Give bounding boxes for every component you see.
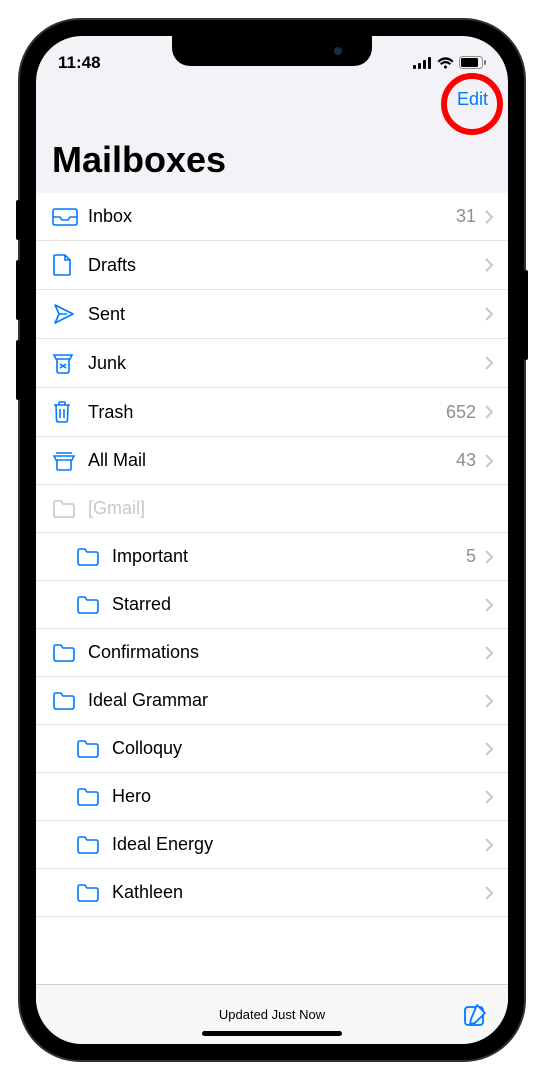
- side-button: [16, 200, 20, 240]
- mailbox-item[interactable]: Important5: [36, 533, 508, 581]
- mailbox-label: Junk: [88, 353, 484, 374]
- cellular-icon: [413, 57, 432, 69]
- mailbox-item[interactable]: Hero: [36, 773, 508, 821]
- mailbox-label: Trash: [88, 402, 446, 423]
- mailbox-label: All Mail: [88, 450, 456, 471]
- folder-icon: [76, 883, 112, 903]
- mailbox-item[interactable]: Junk: [36, 339, 508, 388]
- chevron-right-icon: [484, 789, 494, 805]
- sent-icon: [52, 302, 88, 326]
- chevron-right-icon: [484, 597, 494, 613]
- chevron-right-icon: [484, 404, 494, 420]
- chevron-right-icon: [484, 257, 494, 273]
- mailbox-label: Sent: [88, 304, 484, 325]
- mailbox-item[interactable]: Colloquy: [36, 725, 508, 773]
- header: Edit Mailboxes: [36, 81, 508, 193]
- mailbox-label: Colloquy: [112, 738, 484, 759]
- mailbox-item: [Gmail]: [36, 485, 508, 533]
- junk-icon: [52, 351, 88, 375]
- side-button: [16, 340, 20, 400]
- mailbox-label: Important: [112, 546, 466, 567]
- mailbox-item[interactable]: Ideal Grammar: [36, 677, 508, 725]
- mailbox-label: Confirmations: [88, 642, 484, 663]
- mailbox-item[interactable]: All Mail43: [36, 437, 508, 485]
- chevron-right-icon: [484, 549, 494, 565]
- mailbox-item[interactable]: Starred: [36, 581, 508, 629]
- chevron-right-icon: [484, 209, 494, 225]
- folder-icon: [76, 739, 112, 759]
- chevron-right-icon: [484, 837, 494, 853]
- chevron-right-icon: [484, 306, 494, 322]
- drafts-icon: [52, 253, 88, 277]
- side-button: [524, 270, 528, 360]
- compose-icon: [462, 1002, 488, 1028]
- wifi-icon: [437, 57, 454, 69]
- mailbox-label: Kathleen: [112, 882, 484, 903]
- mailbox-item[interactable]: Trash652: [36, 388, 508, 437]
- mailbox-item[interactable]: Sent: [36, 290, 508, 339]
- mailbox-item[interactable]: Drafts: [36, 241, 508, 290]
- mailbox-item[interactable]: Confirmations: [36, 629, 508, 677]
- inbox-icon: [52, 207, 88, 227]
- chevron-right-icon: [484, 453, 494, 469]
- mailbox-label: Ideal Grammar: [88, 690, 484, 711]
- trash-icon: [52, 400, 88, 424]
- folder-icon: [76, 595, 112, 615]
- mailbox-count: 5: [466, 546, 476, 567]
- chevron-right-icon: [484, 693, 494, 709]
- mailbox-label: Starred: [112, 594, 484, 615]
- screen: 11:48 Edit: [36, 36, 508, 1044]
- mailbox-count: 31: [456, 206, 476, 227]
- folder-icon: [52, 691, 88, 711]
- chevron-right-icon: [484, 355, 494, 371]
- allmail-icon: [52, 450, 88, 472]
- highlight-circle: [441, 73, 503, 135]
- folder-icon: [76, 835, 112, 855]
- folder-icon: [52, 643, 88, 663]
- home-indicator: [202, 1031, 342, 1036]
- side-button: [16, 260, 20, 320]
- phone-frame: 11:48 Edit: [20, 20, 524, 1060]
- battery-icon: [459, 56, 486, 69]
- chevron-right-icon: [484, 645, 494, 661]
- compose-button[interactable]: [462, 1002, 488, 1028]
- mailbox-label: Inbox: [88, 206, 456, 227]
- mailbox-label: Ideal Energy: [112, 834, 484, 855]
- mailbox-label: [Gmail]: [88, 498, 494, 519]
- folder-icon: [76, 787, 112, 807]
- camera-dot: [334, 47, 342, 55]
- mailbox-list: Inbox31DraftsSentJunkTrash652All Mail43[…: [36, 193, 508, 984]
- chevron-right-icon: [484, 741, 494, 757]
- page-title: Mailboxes: [52, 139, 492, 181]
- folder-icon: [76, 547, 112, 567]
- mailbox-count: 652: [446, 402, 476, 423]
- toolbar-status: Updated Just Now: [219, 1007, 325, 1022]
- mailbox-label: Drafts: [88, 255, 484, 276]
- mailbox-label: Hero: [112, 786, 484, 807]
- chevron-right-icon: [484, 885, 494, 901]
- mailbox-count: 43: [456, 450, 476, 471]
- mailbox-item[interactable]: Ideal Energy: [36, 821, 508, 869]
- status-time: 11:48: [58, 53, 101, 73]
- mailbox-item[interactable]: Kathleen: [36, 869, 508, 917]
- status-indicators: [413, 56, 486, 69]
- mailbox-item[interactable]: Inbox31: [36, 193, 508, 241]
- notch: [172, 36, 372, 66]
- folder-gray-icon: [52, 499, 88, 519]
